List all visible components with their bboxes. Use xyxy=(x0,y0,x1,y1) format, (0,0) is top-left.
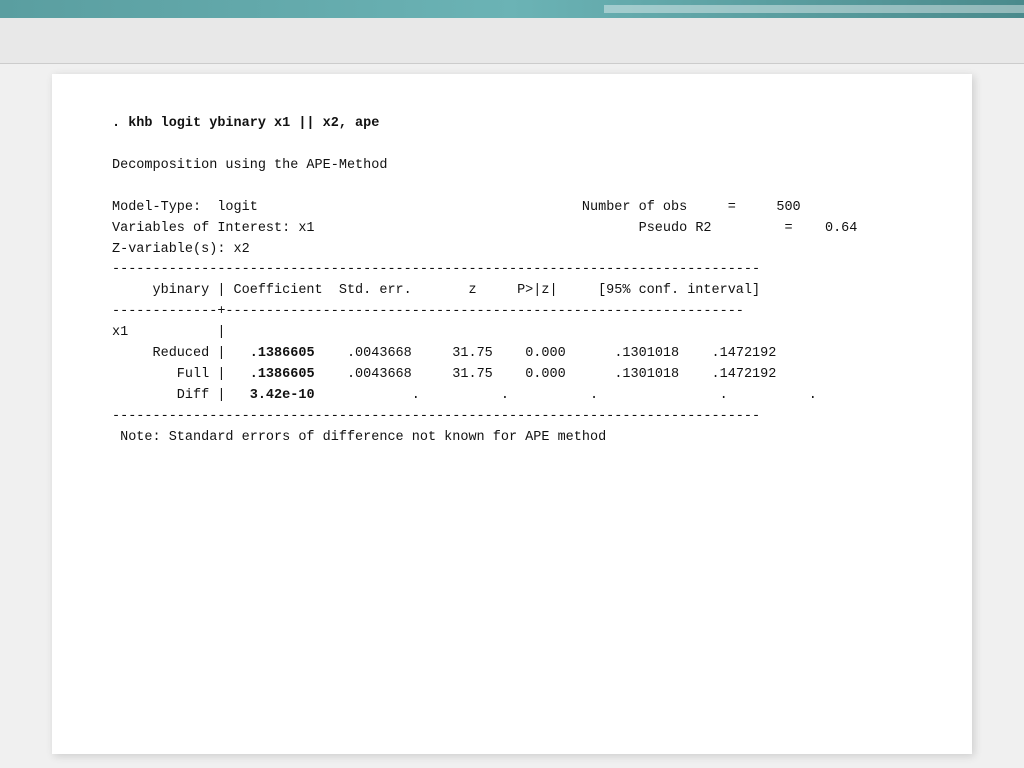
note: Note: Standard errors of difference not … xyxy=(112,430,606,445)
secondary-bar xyxy=(0,18,1024,64)
model-info-block: Model-Type: logit Number of obs = 500 Va… xyxy=(112,200,857,257)
reduced-z: 31.75 xyxy=(452,346,493,361)
slide-area: . khb logit ybinary x1 || x2, ape Decomp… xyxy=(52,74,972,754)
separator-full-1: ----------------------------------------… xyxy=(112,262,760,277)
row-full: Full | .1386605 .0043668 31.75 0.000 .13… xyxy=(112,367,776,382)
command-line: . khb logit ybinary x1 || x2, ape xyxy=(112,116,379,131)
row-x1: x1 | xyxy=(112,325,225,340)
full-p: 0.000 xyxy=(525,367,566,382)
reduced-ci-lo: .1301018 xyxy=(614,346,679,361)
reduced-p: 0.000 xyxy=(525,346,566,361)
content-area: . khb logit ybinary x1 || x2, ape Decomp… xyxy=(112,114,912,449)
row-reduced: Reduced | .1386605 .0043668 31.75 0.000 … xyxy=(112,346,776,361)
pseudo-r2-label: Pseudo R2 xyxy=(639,221,712,236)
num-obs-value: 500 xyxy=(776,200,800,215)
diff-coef: 3.42e-10 xyxy=(250,388,315,403)
separator-full-2: ----------------------------------------… xyxy=(112,409,760,424)
model-type: Model-Type: logit xyxy=(112,200,258,215)
top-bar xyxy=(0,0,1024,18)
top-bar-stripe xyxy=(604,5,1024,13)
row-diff: Diff | 3.42e-10 . . . . . xyxy=(112,388,817,403)
reduced-se: .0043668 xyxy=(347,346,412,361)
reduced-ci-hi: .1472192 xyxy=(712,346,777,361)
num-obs-label: Number of obs xyxy=(582,200,687,215)
variables-interest: Variables of Interest: x1 xyxy=(112,221,315,236)
output-block: . khb logit ybinary x1 || x2, ape Decomp… xyxy=(112,114,912,449)
full-z: 31.75 xyxy=(452,367,493,382)
z-variable: Z-variable(s): x2 xyxy=(112,242,250,257)
pseudo-r2-value: 0.64 xyxy=(825,221,857,236)
separator-col: -------------+--------------------------… xyxy=(112,304,744,319)
reduced-coef: .1386605 xyxy=(250,346,315,361)
full-coef: .1386605 xyxy=(250,367,315,382)
full-se: .0043668 xyxy=(347,367,412,382)
full-ci-lo: .1301018 xyxy=(614,367,679,382)
column-headers: ybinary | Coefficient Std. err. z P>|z| … xyxy=(112,283,760,298)
full-ci-hi: .1472192 xyxy=(712,367,777,382)
description: Decomposition using the APE-Method xyxy=(112,158,387,173)
